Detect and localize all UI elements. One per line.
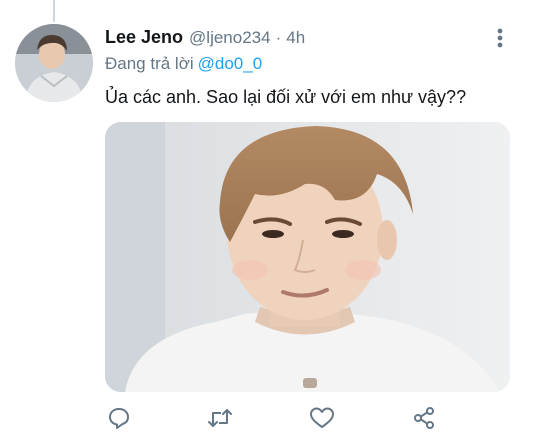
avatar[interactable] [15,24,93,102]
heart-icon[interactable] [308,404,336,432]
reply-context: Đang trả lời @do0_0 [105,54,262,74]
tweet-text: Ủa các anh. Sao lại đối xử với em như vậ… [105,87,467,107]
author-handle[interactable]: @ljeno234 [189,28,271,48]
more-vertical-icon[interactable] [490,26,510,50]
reply-handle-link[interactable]: @do0_0 [198,54,263,73]
media-photo [105,122,510,392]
reply-icon[interactable] [105,404,133,432]
reply-prefix: Đang trả lời [105,54,194,73]
avatar-image [15,24,93,102]
thread-line [53,0,55,22]
tweet-header: Lee Jeno @ljeno234 · 4h [105,27,305,49]
share-icon[interactable] [410,404,438,432]
header-separator: · [275,28,282,47]
tweet-actions [105,400,510,436]
tweet-time[interactable]: 4h [286,28,305,48]
retweet-icon[interactable] [206,404,234,432]
tweet-media[interactable] [105,122,510,392]
author-name[interactable]: Lee Jeno [105,27,183,48]
